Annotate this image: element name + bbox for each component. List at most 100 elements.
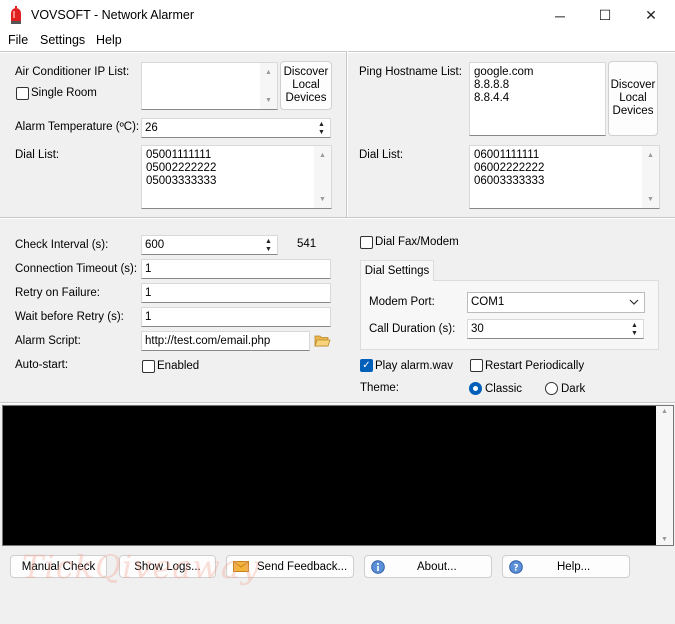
close-button[interactable]: ✕ [628, 0, 674, 31]
enabled-checkbox[interactable] [142, 360, 155, 373]
retry-on-failure-label: Retry on Failure: [15, 287, 101, 299]
minimize-button[interactable]: ─ [537, 0, 583, 31]
modem-port-label: Modem Port: [369, 296, 435, 308]
connection-timeout-input[interactable]: 1 [141, 259, 331, 279]
info-icon [371, 559, 385, 574]
scroll-down-icon[interactable]: ▼ [642, 192, 659, 206]
modem-port-select[interactable]: COM1 [467, 292, 645, 313]
play-alarm-label: Play alarm.wav [375, 360, 453, 372]
menu-settings[interactable]: Settings [40, 33, 85, 47]
list-item: 8.8.4.4 [474, 92, 510, 104]
enabled-label: Enabled [157, 360, 200, 372]
check-interval-input[interactable]: 600 ▲ ▼ [141, 235, 278, 255]
single-room-checkbox[interactable] [16, 87, 29, 100]
scrollbar[interactable]: ▲ ▼ [656, 406, 673, 545]
auto-start-label: Auto-start: [15, 359, 69, 371]
maximize-button[interactable]: ☐ [582, 0, 628, 31]
theme-dark-radio[interactable] [545, 382, 558, 395]
send-feedback-label: Send Feedback... [257, 560, 348, 573]
spin-buttons[interactable]: ▲ ▼ [262, 238, 275, 253]
window-title: VOVSOFT - Network Alarmer [31, 8, 194, 22]
app-window: { "window": {"title": "VOVSOFT - Network… [0, 0, 675, 624]
list-item: 05001111111 [146, 149, 212, 161]
scroll-down-icon[interactable]: ▼ [656, 536, 673, 543]
ping-hostname-list-label: Ping Hostname List: [359, 66, 462, 78]
dial-list-label: Dial List: [359, 149, 404, 161]
theme-classic-label: Classic [485, 383, 523, 395]
spin-buttons[interactable]: ▲ ▼ [315, 121, 328, 136]
ac-ip-list-label: Air Conditioner IP List: [15, 66, 130, 78]
divider [0, 402, 675, 404]
alarm-script-input[interactable]: http://test.com/email.php [141, 331, 310, 351]
tab-dial-settings[interactable]: Dial Settings [360, 260, 434, 281]
spin-up-icon[interactable]: ▲ [318, 121, 325, 128]
connection-timeout-label: Connection Timeout (s): [15, 263, 138, 275]
restart-periodically-checkbox[interactable] [470, 359, 483, 372]
divider [0, 217, 675, 219]
discover-local-devices-button[interactable]: Discover Local Devices [280, 61, 332, 110]
dial-fax-modem-checkbox[interactable] [360, 236, 373, 249]
scrollbar[interactable]: ▲ ▼ [314, 146, 331, 208]
chevron-down-icon[interactable] [629, 299, 639, 306]
watermark: TickQiveaway [22, 548, 260, 586]
play-alarm-checkbox[interactable]: ✓ [360, 359, 373, 372]
list-item: google.com [474, 66, 534, 78]
scroll-up-icon[interactable]: ▲ [656, 408, 673, 415]
countdown-value: 541 [297, 238, 317, 250]
alarm-temperature-value: 26 [145, 122, 158, 134]
single-room-label: Single Room [31, 87, 97, 99]
spin-down-icon[interactable]: ▼ [265, 246, 272, 253]
restart-periodically-label: Restart Periodically [485, 360, 585, 372]
spin-down-icon[interactable]: ▼ [631, 330, 638, 337]
theme-dark-label: Dark [561, 383, 586, 395]
dial-list-input[interactable]: 06001111111 06002222222 06003333333 ▲ ▼ [469, 145, 660, 209]
wait-before-retry-label: Wait before Retry (s): [15, 311, 124, 323]
spin-up-icon[interactable]: ▲ [631, 322, 638, 329]
about-label: About... [417, 560, 457, 573]
divider [0, 51, 675, 53]
menu-help[interactable]: Help [96, 33, 122, 47]
wait-before-retry-input[interactable]: 1 [141, 307, 331, 327]
call-duration-value: 30 [471, 323, 484, 335]
dial-list-label: Dial List: [15, 149, 60, 161]
scrollbar[interactable]: ▲ ▼ [260, 63, 277, 109]
spin-buttons[interactable]: ▲ ▼ [628, 322, 641, 337]
scrollbar[interactable]: ▲ ▼ [642, 146, 659, 208]
divider [346, 51, 348, 217]
dial-list-input[interactable]: 05001111111 05002222222 05003333333 ▲ ▼ [141, 145, 332, 209]
list-item: 06003333333 [474, 175, 545, 187]
dial-settings-panel [360, 280, 659, 350]
check-interval-value: 600 [145, 239, 165, 251]
scroll-up-icon[interactable]: ▲ [260, 65, 277, 79]
call-duration-input[interactable]: 30 ▲ ▼ [467, 319, 644, 339]
scroll-up-icon[interactable]: ▲ [314, 148, 331, 162]
ping-hostname-list-input[interactable]: google.com 8.8.8.8 8.8.4.4 [469, 62, 606, 136]
call-duration-label: Call Duration (s): [369, 323, 456, 335]
ac-ip-list-input[interactable]: ▲ ▼ [141, 62, 278, 110]
list-item: 05002222222 [146, 162, 217, 174]
help-label: Help... [557, 560, 591, 573]
alarm-temperature-input[interactable]: 26 ▲ ▼ [141, 118, 331, 138]
alarm-script-label: Alarm Script: [15, 335, 81, 347]
list-item: 06002222222 [474, 162, 545, 174]
alarm-light-icon [11, 6, 21, 24]
help-icon: ? [509, 559, 523, 574]
modem-port-value: COM1 [471, 296, 505, 308]
scroll-down-icon[interactable]: ▼ [260, 93, 277, 107]
retry-on-failure-input[interactable]: 1 [141, 283, 331, 303]
scroll-down-icon[interactable]: ▼ [314, 192, 331, 206]
discover-local-devices-button[interactable]: Discover Local Devices [608, 61, 658, 136]
list-item: 05003333333 [146, 175, 217, 187]
list-item: 8.8.8.8 [474, 79, 510, 91]
dial-fax-modem-label: Dial Fax/Modem [375, 236, 459, 248]
spin-up-icon[interactable]: ▲ [265, 238, 272, 245]
theme-classic-radio[interactable] [469, 382, 482, 395]
log-console[interactable]: ▲ ▼ [2, 405, 674, 546]
help-button[interactable]: ? Help... [502, 555, 630, 578]
folder-open-icon[interactable] [314, 333, 331, 348]
scroll-up-icon[interactable]: ▲ [642, 148, 659, 162]
check-interval-label: Check Interval (s): [15, 239, 109, 251]
about-button[interactable]: About... [364, 555, 492, 578]
spin-down-icon[interactable]: ▼ [318, 129, 325, 136]
menu-file[interactable]: File [8, 33, 28, 47]
